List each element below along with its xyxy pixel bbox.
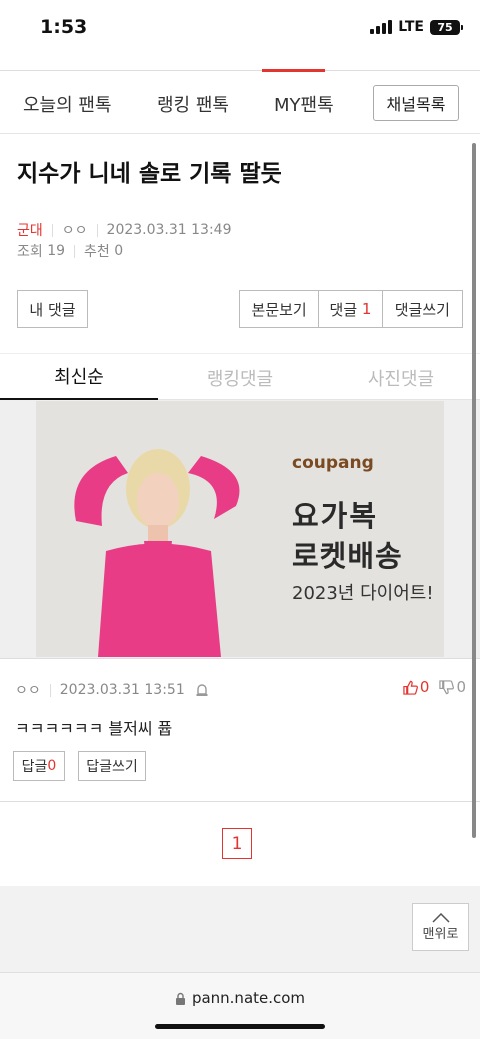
tab-ranking-comments[interactable]: 랭킹댓글 bbox=[161, 354, 319, 401]
my-comments-button[interactable]: 내 댓글 bbox=[17, 290, 88, 328]
recommend-label: 추천 bbox=[84, 244, 110, 260]
divider bbox=[96, 223, 98, 237]
url-display[interactable]: pann.nate.com bbox=[0, 989, 480, 1007]
write-comment-button[interactable]: 댓글쓰기 bbox=[383, 291, 462, 327]
home-indicator bbox=[155, 1024, 325, 1029]
nav-ranking-fantalk[interactable]: 랭킹 팬톡 bbox=[157, 91, 229, 117]
divider bbox=[51, 223, 53, 237]
top-nav: 오늘의 팬톡 랭킹 팬톡 MY팬톡 채널목록 bbox=[0, 69, 480, 134]
divider bbox=[74, 244, 76, 258]
tab-photo-comments[interactable]: 사진댓글 bbox=[322, 354, 480, 401]
url-text: pann.nate.com bbox=[191, 989, 306, 1007]
nav-my-fantalk[interactable]: MY팬톡 bbox=[274, 91, 334, 117]
scrollbar[interactable] bbox=[472, 143, 476, 838]
pagination-current-page[interactable]: 1 bbox=[222, 828, 252, 859]
comment-meta: ㅇㅇ 2023.03.31 13:51 bbox=[15, 680, 209, 700]
battery-icon: 75 bbox=[430, 19, 463, 35]
comments-count: 1 bbox=[361, 300, 372, 318]
reply-button[interactable]: 답글 0 bbox=[13, 751, 65, 781]
ad-headline-1: 요가복 bbox=[292, 499, 379, 533]
view-post-button[interactable]: 본문보기 bbox=[240, 291, 320, 327]
divider bbox=[0, 801, 480, 802]
thumbs-down-icon bbox=[439, 679, 455, 694]
chevron-up-icon bbox=[431, 912, 450, 923]
post-author: ㅇㅇ bbox=[61, 223, 88, 239]
post-stats: 조회 19 추천 0 bbox=[17, 241, 123, 261]
comment-text: ㅋㅋㅋㅋㅋㅋ 블저씨 퓹 bbox=[15, 719, 173, 738]
lock-icon bbox=[175, 992, 185, 1005]
post-meta: 군대 ㅇㅇ 2023.03.31 13:49 bbox=[17, 220, 232, 240]
channel-list-button[interactable]: 채널목록 bbox=[373, 85, 459, 121]
comment-tabs: 최신순 랭킹댓글 사진댓글 bbox=[0, 353, 480, 401]
ad-banner[interactable]: coupang 요가복 로켓배송 2023년 다이어트! bbox=[36, 401, 444, 657]
post-title: 지수가 니네 솔로 기록 딸듯 bbox=[17, 161, 282, 187]
comment-datetime: 2023.03.31 13:51 bbox=[59, 682, 185, 698]
divider bbox=[0, 658, 480, 659]
write-reply-button[interactable]: 답글쓰기 bbox=[78, 751, 146, 781]
reply-label: 답글 bbox=[21, 759, 48, 775]
back-to-top-label: 맨위로 bbox=[422, 926, 459, 942]
comments-label: 댓글 bbox=[329, 300, 358, 319]
comments-button[interactable]: 댓글 1 bbox=[319, 291, 383, 327]
ad-brand-logo: coupang bbox=[292, 453, 374, 473]
footer-area bbox=[0, 886, 480, 972]
status-bar: 1:53 LTE 75 bbox=[0, 0, 480, 62]
recommend-count: 0 bbox=[114, 243, 124, 259]
ad-container: coupang 요가복 로켓배송 2023년 다이어트! bbox=[0, 400, 480, 658]
views-label: 조회 bbox=[17, 244, 43, 260]
comment-votes: 0 0 bbox=[403, 678, 466, 696]
comment-author: ㅇㅇ bbox=[15, 683, 41, 699]
network-label: LTE bbox=[398, 19, 424, 35]
post-category[interactable]: 군대 bbox=[17, 220, 43, 240]
ad-subline: 2023년 다이어트! bbox=[292, 583, 434, 604]
views-count: 19 bbox=[47, 243, 66, 259]
ad-model-image bbox=[74, 449, 240, 657]
tab-latest[interactable]: 최신순 bbox=[0, 354, 158, 401]
like-count: 0 bbox=[419, 678, 430, 696]
browser-url-bar[interactable]: pann.nate.com bbox=[0, 972, 480, 1039]
signal-icon bbox=[370, 20, 393, 34]
dislike-count: 0 bbox=[456, 678, 466, 696]
thumbs-up-icon bbox=[403, 680, 418, 695]
reply-count: 0 bbox=[47, 758, 57, 774]
divider bbox=[49, 683, 51, 697]
post-datetime: 2023.03.31 13:49 bbox=[106, 222, 232, 238]
active-nav-indicator bbox=[262, 69, 325, 72]
like-button[interactable]: 0 bbox=[403, 678, 430, 696]
status-time: 1:53 bbox=[40, 16, 88, 38]
back-to-top-button[interactable]: 맨위로 bbox=[412, 903, 469, 951]
ad-headline-2: 로켓배송 bbox=[292, 539, 403, 573]
report-icon[interactable] bbox=[195, 683, 209, 697]
nav-today-fantalk[interactable]: 오늘의 팬톡 bbox=[23, 91, 112, 117]
status-right: LTE 75 bbox=[370, 19, 463, 35]
post-action-group: 본문보기 댓글 1 댓글쓰기 bbox=[239, 290, 463, 328]
dislike-button[interactable]: 0 bbox=[439, 678, 466, 696]
